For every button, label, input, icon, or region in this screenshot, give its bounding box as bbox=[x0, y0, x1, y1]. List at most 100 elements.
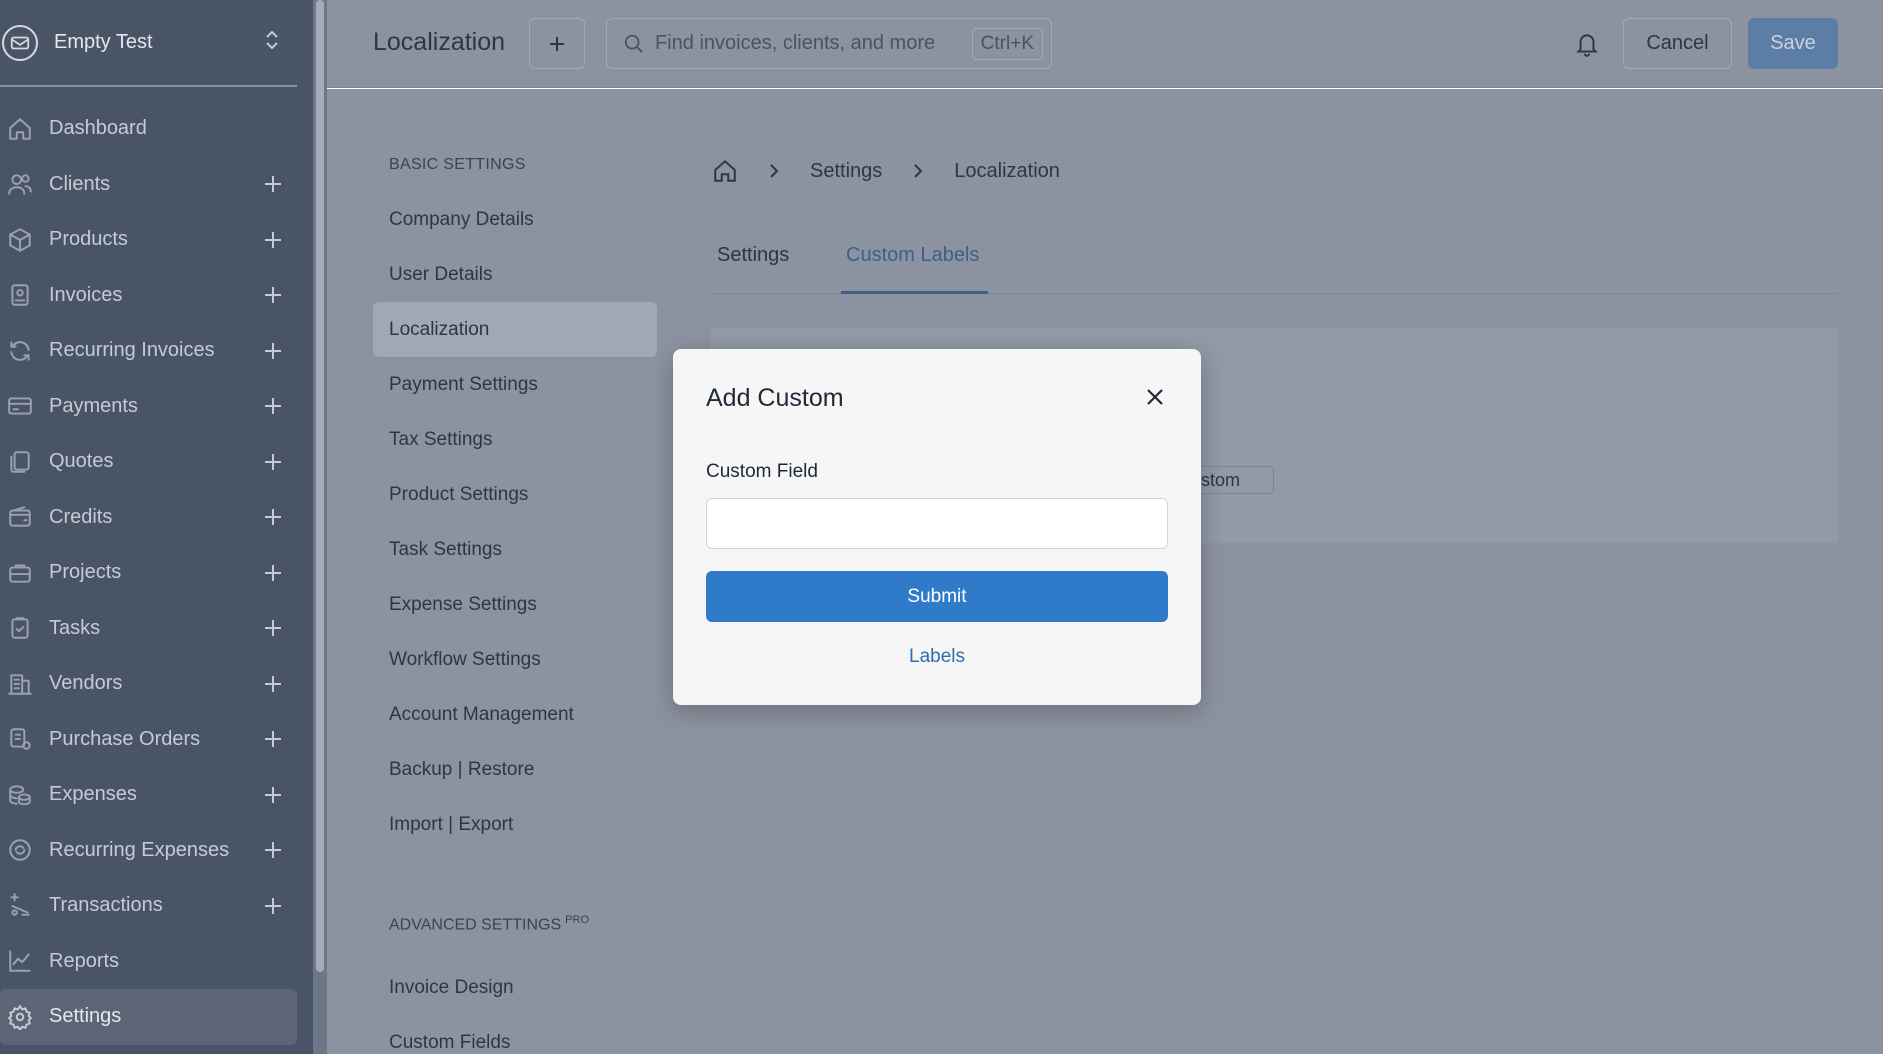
bell-icon[interactable] bbox=[1574, 30, 1600, 58]
invoice-icon bbox=[7, 282, 33, 308]
sidebar-item-label: Quotes bbox=[49, 450, 114, 473]
sidebar-item-recurring-expenses[interactable]: Recurring Expenses bbox=[0, 823, 297, 879]
sidebar-item-vendors[interactable]: Vendors bbox=[0, 656, 297, 712]
plus-icon[interactable] bbox=[261, 561, 285, 585]
close-icon[interactable] bbox=[1143, 385, 1167, 409]
sidebar-item-transactions[interactable]: Transactions bbox=[0, 878, 297, 934]
modal-title: Add Custom bbox=[706, 384, 844, 412]
sidebar-item-dashboard[interactable]: Dashboard bbox=[0, 101, 297, 157]
coins-icon bbox=[7, 782, 33, 808]
add-custom-modal: Add Custom Custom Field Submit Labels bbox=[673, 349, 1201, 705]
search-shortcut-badge: Ctrl+K bbox=[971, 27, 1043, 60]
settings-nav-invoice-design[interactable]: Invoice Design bbox=[373, 960, 657, 1015]
settings-nav-product-settings[interactable]: Product Settings bbox=[373, 467, 657, 522]
settings-nav-backup-restore[interactable]: Backup | Restore bbox=[373, 742, 657, 797]
sidebar-item-invoices[interactable]: Invoices bbox=[0, 268, 297, 324]
plus-icon[interactable] bbox=[261, 283, 285, 307]
settings-nav-custom-fields[interactable]: Custom Fields bbox=[373, 1015, 657, 1054]
settings-nav-workflow-settings[interactable]: Workflow Settings bbox=[373, 632, 657, 687]
save-button[interactable]: Save bbox=[1748, 18, 1838, 69]
sidebar-item-credits[interactable]: Credits bbox=[0, 490, 297, 546]
gear-icon bbox=[7, 1004, 33, 1030]
sidebar-item-products[interactable]: Products bbox=[0, 212, 297, 268]
settings-tabs: Settings Custom Labels bbox=[710, 232, 1838, 294]
plus-icon[interactable] bbox=[261, 339, 285, 363]
users-icon bbox=[7, 171, 33, 197]
settings-nav-task-settings[interactable]: Task Settings bbox=[373, 522, 657, 577]
sidebar-scrollbar-thumb[interactable] bbox=[316, 0, 324, 972]
page-title: Localization bbox=[373, 28, 506, 56]
sidebar-item-label: Invoices bbox=[49, 283, 123, 306]
plus-icon[interactable] bbox=[261, 783, 285, 807]
settings-nav-account-management[interactable]: Account Management bbox=[373, 687, 657, 742]
sidebar-item-label: Credits bbox=[49, 505, 113, 528]
plus-icon[interactable] bbox=[261, 450, 285, 474]
sidebar-item-reports[interactable]: Reports bbox=[0, 934, 297, 990]
plus-icon[interactable] bbox=[261, 616, 285, 640]
company-switcher[interactable]: Empty Test bbox=[0, 0, 297, 87]
plus-icon[interactable] bbox=[261, 894, 285, 918]
settings-nav-localization[interactable]: Localization bbox=[373, 302, 657, 357]
plus-icon[interactable] bbox=[261, 172, 285, 196]
sidebar-item-label: Vendors bbox=[49, 672, 123, 695]
labels-link[interactable]: Labels bbox=[673, 646, 1201, 668]
sidebar-item-recurring-invoices[interactable]: Recurring Invoices bbox=[0, 323, 297, 379]
sidebar: Empty Test Dashboard Clients Products Invoi… bbox=[0, 0, 313, 1054]
sidebar-item-clients[interactable]: Clients bbox=[0, 157, 297, 213]
plus-icon[interactable] bbox=[261, 672, 285, 696]
plus-icon[interactable] bbox=[261, 228, 285, 252]
sidebar-item-quotes[interactable]: Quotes bbox=[0, 434, 297, 490]
sidebar-item-settings[interactable]: Settings bbox=[0, 989, 297, 1045]
plus-icon[interactable] bbox=[261, 394, 285, 418]
home-icon bbox=[7, 116, 33, 142]
settings-nav-tax-settings[interactable]: Tax Settings bbox=[373, 412, 657, 467]
breadcrumb-settings[interactable]: Settings bbox=[810, 160, 882, 183]
sidebar-item-label: Reports bbox=[49, 949, 120, 972]
credit-card-icon bbox=[7, 393, 33, 419]
tab-settings[interactable]: Settings bbox=[717, 244, 789, 267]
advanced-settings-heading: ADVANCED SETTINGS PRO bbox=[389, 914, 589, 934]
advanced-settings-label: ADVANCED SETTINGS bbox=[389, 916, 562, 934]
sidebar-item-label: Tasks bbox=[49, 616, 101, 639]
breadcrumb: Settings Localization bbox=[712, 158, 1060, 184]
breadcrumb-localization[interactable]: Localization bbox=[954, 160, 1060, 183]
settings-nav-import-export[interactable]: Import | Export bbox=[373, 797, 657, 852]
sidebar-item-label: Projects bbox=[49, 561, 122, 584]
company-name: Empty Test bbox=[54, 31, 153, 53]
sidebar-item-label: Recurring Expenses bbox=[49, 838, 230, 861]
sidebar-item-label: Payments bbox=[49, 394, 138, 417]
search-input[interactable]: Find invoices, clients, and more Ctrl+K bbox=[606, 18, 1052, 69]
sidebar-item-projects[interactable]: Projects bbox=[0, 545, 297, 601]
plus-icon[interactable] bbox=[261, 505, 285, 529]
plus-icon[interactable] bbox=[261, 838, 285, 862]
chart-line-icon bbox=[7, 948, 33, 974]
quick-add-button[interactable] bbox=[529, 18, 585, 69]
refresh-icon bbox=[7, 338, 33, 364]
company-logo-icon bbox=[2, 24, 38, 61]
wallet-icon bbox=[7, 504, 33, 530]
settings-nav: BASIC SETTINGS Company Details User Detai… bbox=[373, 150, 657, 852]
plus-icon[interactable] bbox=[261, 727, 285, 751]
chevron-right-icon bbox=[912, 162, 924, 180]
building-icon bbox=[7, 671, 33, 697]
search-placeholder: Find invoices, clients, and more bbox=[655, 32, 936, 54]
sidebar-item-purchase-orders[interactable]: Purchase Orders bbox=[0, 712, 297, 768]
settings-nav-expense-settings[interactable]: Expense Settings bbox=[373, 577, 657, 632]
custom-field-input[interactable] bbox=[706, 498, 1168, 549]
sidebar-item-label: Settings bbox=[49, 1005, 122, 1028]
chevron-right-icon bbox=[768, 162, 780, 180]
sidebar-item-payments[interactable]: Payments bbox=[0, 379, 297, 435]
sidebar-item-expenses[interactable]: Expenses bbox=[0, 767, 297, 823]
settings-nav-company-details[interactable]: Company Details bbox=[373, 192, 657, 247]
home-icon[interactable] bbox=[712, 158, 738, 184]
tab-custom-labels[interactable]: Custom Labels bbox=[846, 244, 979, 267]
cube-icon bbox=[7, 227, 33, 253]
sidebar-item-tasks[interactable]: Tasks bbox=[0, 601, 297, 657]
advanced-settings-list: Invoice Design Custom Fields bbox=[373, 960, 657, 1054]
settings-nav-payment-settings[interactable]: Payment Settings bbox=[373, 357, 657, 412]
settings-nav-user-details[interactable]: User Details bbox=[373, 247, 657, 302]
sidebar-item-label: Expenses bbox=[49, 783, 137, 806]
cancel-button[interactable]: Cancel bbox=[1623, 18, 1732, 69]
submit-button[interactable]: Submit bbox=[706, 571, 1168, 622]
sidebar-item-label: Recurring Invoices bbox=[49, 339, 215, 362]
